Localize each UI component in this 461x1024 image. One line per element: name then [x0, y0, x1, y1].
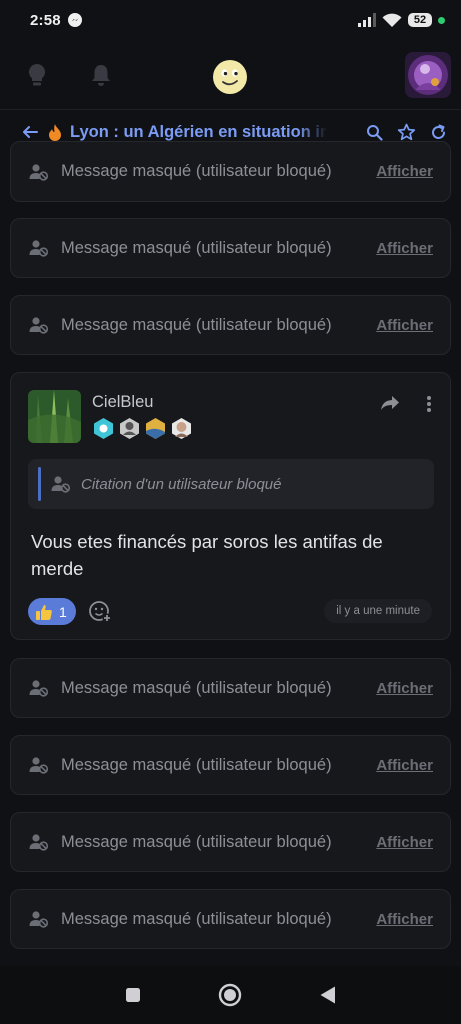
blocked-quote: Citation d'un utilisateur bloqué	[28, 459, 434, 509]
show-button[interactable]: Afficher	[376, 680, 433, 697]
masked-label: Message masqué (utilisateur bloqué)	[61, 909, 332, 928]
fire-icon	[49, 123, 61, 141]
status-time: 2:58	[30, 11, 61, 29]
post-timestamp: il y a une minute	[324, 599, 432, 623]
back-arrow-icon[interactable]	[22, 124, 38, 140]
masked-message: Message masqué (utilisateur bloqué) Affi…	[10, 218, 451, 278]
battery-icon: 52	[408, 13, 432, 27]
wifi-icon	[382, 13, 402, 27]
nav-home-icon[interactable]	[218, 983, 242, 1007]
show-button[interactable]: Afficher	[376, 911, 433, 928]
face-badge-icon	[172, 418, 191, 439]
post-username[interactable]: CielBleu	[92, 393, 153, 412]
blocked-user-icon	[29, 911, 49, 928]
show-button[interactable]: Afficher	[376, 163, 433, 180]
privacy-indicator	[438, 16, 445, 24]
blocked-user-icon	[29, 317, 49, 334]
share-icon[interactable]	[380, 395, 400, 411]
system-nav-bar	[0, 966, 461, 1024]
post-body: Vous etes financés par soros les antifas…	[31, 531, 383, 579]
show-button[interactable]: Afficher	[376, 834, 433, 851]
masked-label: Message masqué (utilisateur bloqué)	[61, 238, 332, 257]
search-icon[interactable]	[366, 124, 383, 141]
blocked-user-icon	[29, 757, 49, 774]
star-icon[interactable]	[397, 123, 416, 141]
thumbs-up-icon	[36, 604, 52, 620]
quote-text: Citation d'un utilisateur bloqué	[81, 475, 282, 493]
more-vertical-icon[interactable]	[426, 395, 432, 413]
blocked-user-icon	[51, 476, 71, 493]
masked-label: Message masqué (utilisateur bloqué)	[61, 832, 332, 851]
like-button[interactable]: 1	[28, 598, 76, 625]
like-count: 1	[59, 603, 67, 620]
show-button[interactable]: Afficher	[376, 757, 433, 774]
post-avatar[interactable]	[28, 390, 81, 443]
blocked-user-icon	[29, 163, 49, 181]
lightbulb-icon[interactable]	[22, 60, 52, 90]
blocked-user-icon	[29, 834, 49, 851]
masked-message: Message masqué (utilisateur bloqué) Affi…	[10, 812, 451, 872]
smiley-logo-icon[interactable]	[212, 59, 248, 95]
refresh-icon[interactable]	[430, 124, 447, 141]
user-badges	[92, 417, 193, 440]
user-avatar[interactable]	[405, 52, 451, 98]
post-card: CielBleu Citation d'un utilisateur bloqu…	[10, 372, 451, 640]
topic-title[interactable]: Lyon : un Algérien en situation irréguli…	[70, 123, 328, 142]
masked-message: Message masqué (utilisateur bloqué) Affi…	[10, 889, 451, 949]
masked-label: Message masqué (utilisateur bloqué)	[61, 315, 332, 334]
masked-label: Message masqué (utilisateur bloqué)	[61, 755, 332, 774]
bell-icon[interactable]	[86, 60, 116, 90]
show-button[interactable]: Afficher	[376, 317, 433, 334]
signal-icon	[358, 13, 376, 27]
blocked-user-icon	[29, 680, 49, 697]
star-badge-icon	[94, 418, 113, 439]
portrait-badge-icon	[120, 418, 139, 439]
blocked-user-icon	[29, 240, 49, 257]
messenger-icon	[67, 13, 82, 27]
masked-label: Message masqué (utilisateur bloqué)	[61, 162, 332, 180]
masked-message: Message masqué (utilisateur bloqué) Affi…	[10, 141, 451, 202]
add-reaction-icon[interactable]	[88, 599, 112, 623]
nav-square-icon[interactable]	[125, 987, 141, 1003]
masked-label: Message masqué (utilisateur bloqué)	[61, 678, 332, 697]
show-button[interactable]: Afficher	[376, 240, 433, 257]
nav-back-icon[interactable]	[319, 985, 337, 1005]
masked-message: Message masqué (utilisateur bloqué) Affi…	[10, 295, 451, 355]
status-bar: 2:58 52	[0, 0, 461, 40]
app-header	[0, 40, 461, 110]
masked-message: Message masqué (utilisateur bloqué) Affi…	[10, 658, 451, 718]
masked-message: Message masqué (utilisateur bloqué) Affi…	[10, 735, 451, 795]
landscape-badge-icon	[146, 418, 165, 439]
